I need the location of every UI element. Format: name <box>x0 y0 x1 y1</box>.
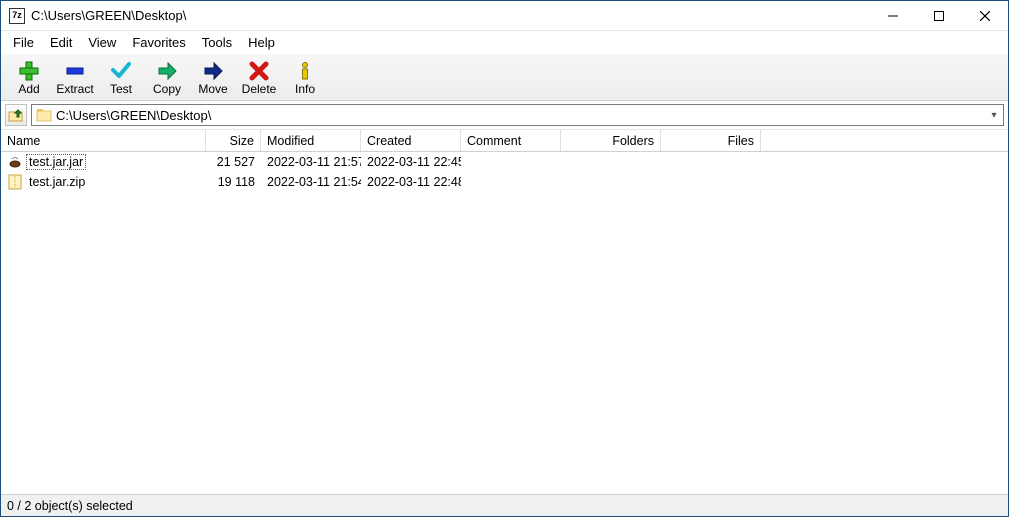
column-header-created[interactable]: Created <box>361 130 461 151</box>
menu-tools[interactable]: Tools <box>194 33 240 52</box>
column-header-files[interactable]: Files <box>661 130 761 151</box>
folder-icon <box>36 108 52 122</box>
window-title: C:\Users\GREEN\Desktop\ <box>31 8 186 23</box>
extract-label: Extract <box>56 82 93 96</box>
arrow-right-green-icon <box>155 60 179 82</box>
menu-view[interactable]: View <box>80 33 124 52</box>
move-label: Move <box>198 82 227 96</box>
file-modified: 2022-03-11 21:54 <box>261 175 361 189</box>
status-text: 0 / 2 object(s) selected <box>7 499 133 513</box>
test-button[interactable]: Test <box>99 58 143 98</box>
delete-label: Delete <box>242 82 277 96</box>
menubar: File Edit View Favorites Tools Help <box>1 31 1008 53</box>
x-icon <box>247 60 271 82</box>
menu-file[interactable]: File <box>5 33 42 52</box>
titlebar: 7z C:\Users\GREEN\Desktop\ <box>1 1 1008 31</box>
minimize-button[interactable] <box>870 1 916 31</box>
file-created: 2022-03-11 22:45 <box>361 155 461 169</box>
info-button[interactable]: Info <box>283 58 327 98</box>
column-header-modified[interactable]: Modified <box>261 130 361 151</box>
column-header-comment[interactable]: Comment <box>461 130 561 151</box>
arrow-right-blue-icon <box>201 60 225 82</box>
check-icon <box>109 60 133 82</box>
copy-button[interactable]: Copy <box>145 58 189 98</box>
menu-help[interactable]: Help <box>240 33 283 52</box>
move-button[interactable]: Move <box>191 58 235 98</box>
file-name: test.jar.zip <box>27 175 87 189</box>
column-header-folders[interactable]: Folders <box>561 130 661 151</box>
info-label: Info <box>295 82 315 96</box>
close-button[interactable] <box>962 1 1008 31</box>
file-size: 19 118 <box>206 175 261 189</box>
column-header-name[interactable]: Name <box>1 130 206 151</box>
column-header-size[interactable]: Size <box>206 130 261 151</box>
menu-edit[interactable]: Edit <box>42 33 80 52</box>
minus-icon <box>63 60 87 82</box>
list-item[interactable]: test.jar.jar 21 527 2022-03-11 21:57 202… <box>1 152 1008 172</box>
path-text[interactable]: C:\Users\GREEN\Desktop\ <box>56 108 985 123</box>
list-header: Name Size Modified Created Comment Folde… <box>1 130 1008 152</box>
info-icon <box>293 60 317 82</box>
test-label: Test <box>110 82 132 96</box>
list-item[interactable]: test.jar.zip 19 118 2022-03-11 21:54 202… <box>1 172 1008 192</box>
add-label: Add <box>18 82 39 96</box>
add-button[interactable]: Add <box>7 58 51 98</box>
folder-up-icon <box>8 107 24 123</box>
zip-file-icon <box>7 174 23 190</box>
pathbar: C:\Users\GREEN\Desktop\ ▾ <box>1 101 1008 130</box>
go-up-button[interactable] <box>5 104 27 126</box>
toolbar: Add Extract Test Copy Move <box>1 53 1008 101</box>
file-created: 2022-03-11 22:48 <box>361 175 461 189</box>
delete-button[interactable]: Delete <box>237 58 281 98</box>
chevron-down-icon[interactable]: ▾ <box>985 110 1003 121</box>
statusbar: 0 / 2 object(s) selected <box>1 494 1008 516</box>
file-list[interactable]: test.jar.jar 21 527 2022-03-11 21:57 202… <box>1 152 1008 494</box>
maximize-button[interactable] <box>916 1 962 31</box>
file-size: 21 527 <box>206 155 261 169</box>
path-combobox[interactable]: C:\Users\GREEN\Desktop\ ▾ <box>31 104 1004 126</box>
file-modified: 2022-03-11 21:57 <box>261 155 361 169</box>
file-name: test.jar.jar <box>27 155 85 169</box>
extract-button[interactable]: Extract <box>53 58 97 98</box>
jar-file-icon <box>7 154 23 170</box>
app-icon: 7z <box>9 8 25 24</box>
copy-label: Copy <box>153 82 181 96</box>
plus-icon <box>17 60 41 82</box>
menu-favorites[interactable]: Favorites <box>124 33 193 52</box>
